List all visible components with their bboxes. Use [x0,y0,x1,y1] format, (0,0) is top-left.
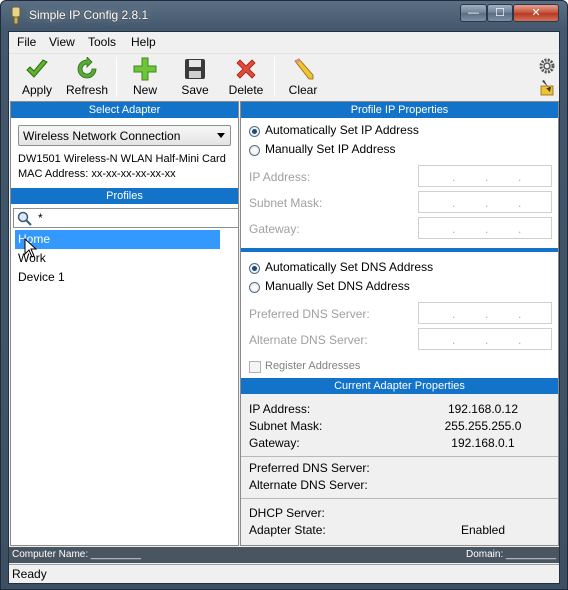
ip-address-field[interactable]: ... [418,165,552,187]
current-preferred-dns-label: Preferred DNS Server: [249,461,370,475]
arrow-folder-icon[interactable] [539,80,555,96]
auto-dns-label[interactable]: Automatically Set DNS Address [265,260,433,274]
section-divider [241,248,558,252]
gear-icon[interactable] [539,58,555,74]
current-gateway-label: Gateway: [249,436,300,450]
alternate-dns-field[interactable]: ... [418,328,552,350]
save-label: Save [181,83,209,97]
profile-item[interactable]: Work [15,249,220,268]
current-alternate-dns-label: Alternate DNS Server: [249,478,368,492]
preferred-dns-label: Preferred DNS Server: [249,307,370,321]
clear-button[interactable]: Clear [278,54,328,101]
subnet-mask-label: Subnet Mask: [249,196,323,210]
menu-bar: File View Tools Help [9,32,559,52]
menu-help[interactable]: Help [131,35,156,49]
menu-tools[interactable]: Tools [88,35,116,49]
register-addresses-checkbox[interactable] [249,361,261,373]
chevron-down-icon [217,133,225,138]
title-bar[interactable]: Simple IP Config 2.8.1 — ☐ ✕ [1,1,567,31]
current-subnet-value: 255.255.255.0 [444,419,522,433]
auto-ip-label[interactable]: Automatically Set IP Address [265,123,419,137]
app-icon [11,7,21,25]
menu-view[interactable]: View [49,35,75,49]
refresh-icon [77,57,97,79]
refresh-label: Refresh [65,83,109,97]
clear-label: Clear [288,83,318,97]
right-panel: Profile IP Properties Automatically Set … [240,101,559,546]
app-window: Simple IP Config 2.8.1 — ☐ ✕ File View T… [0,0,568,590]
status-text: Ready [12,567,47,581]
preferred-dns-field[interactable]: ... [418,302,552,324]
adapter-select-value: Wireless Network Connection [23,129,181,143]
delete-label: Delete [228,83,264,97]
gateway-field[interactable]: ... [418,217,552,239]
current-adapter-properties: IP Address: 192.168.0.12 Subnet Mask: 25… [241,394,558,545]
info-bar: Computer Name: _________ Domain: _______… [9,547,559,563]
apply-label: Apply [21,83,53,97]
ip-address-label: IP Address: [249,170,311,184]
profile-item[interactable]: Home [15,230,220,249]
adapter-select[interactable]: Wireless Network Connection [18,125,231,146]
pencil-icon [294,58,314,80]
toolbar-separator [274,57,275,97]
current-subnet-label: Subnet Mask: [249,419,323,433]
search-value: * [38,211,43,225]
manual-ip-label[interactable]: Manually Set IP Address [265,142,396,156]
close-button[interactable]: ✕ [513,4,559,22]
status-bar: Ready [9,564,559,583]
manual-dns-radio[interactable] [249,282,260,293]
search-icon [17,211,32,226]
manual-ip-radio[interactable] [249,145,260,156]
dhcp-server-label: DHCP Server: [249,506,325,520]
subnet-mask-field[interactable]: ... [418,191,552,213]
alternate-dns-label: Alternate DNS Server: [249,333,368,347]
adapter-state-value: Enabled [460,523,506,537]
profile-ip-header: Profile IP Properties [241,102,558,118]
current-gateway-value: 192.168.0.1 [451,436,515,450]
mouse-cursor-icon [24,238,38,258]
plus-icon [133,57,157,81]
domain: Domain: _________ [466,549,557,560]
select-adapter-header: Select Adapter [11,102,238,118]
toolbar: Apply Refresh New Save Delete Clear [9,53,559,100]
delete-button[interactable]: Delete [221,54,271,101]
toolbar-separator [116,57,117,97]
save-button[interactable]: Save [170,54,220,101]
divider [241,456,558,457]
auto-dns-radio[interactable] [249,263,260,274]
new-button[interactable]: New [120,54,170,101]
profiles-header: Profiles [11,188,238,204]
new-label: New [132,83,157,97]
adapter-description: DW1501 Wireless-N WLAN Half-Mini Card [18,153,226,165]
current-adapter-header: Current Adapter Properties [241,378,558,394]
checkmark-icon [26,59,48,78]
profile-item[interactable]: Device 1 [15,268,220,287]
profile-search-input[interactable]: * [13,208,239,228]
manual-dns-label[interactable]: Manually Set DNS Address [265,279,410,293]
divider [241,498,558,499]
left-panel: Select Adapter Wireless Network Connecti… [10,101,239,546]
computer-name: Computer Name: _________ [12,549,141,560]
mac-address: MAC Address: xx-xx-xx-xx-xx-xx [18,168,176,180]
adapter-state-label: Adapter State: [249,523,326,537]
apply-button[interactable]: Apply [12,54,62,101]
auto-ip-radio[interactable] [249,126,260,137]
maximize-button[interactable]: ☐ [487,4,513,22]
window-title: Simple IP Config 2.8.1 [29,8,149,22]
register-addresses-label[interactable]: Register Addresses [265,360,360,372]
floppy-disk-icon [185,59,205,79]
menu-file[interactable]: File [17,35,36,49]
refresh-button[interactable]: Refresh [62,54,112,101]
current-ip-label: IP Address: [249,402,311,416]
red-x-icon [236,59,256,79]
minimize-button[interactable]: — [460,4,487,22]
client-area: File View Tools Help Apply Refresh New S… [8,31,560,584]
gateway-label: Gateway: [249,222,300,236]
current-ip-value: 192.168.0.12 [447,402,519,416]
